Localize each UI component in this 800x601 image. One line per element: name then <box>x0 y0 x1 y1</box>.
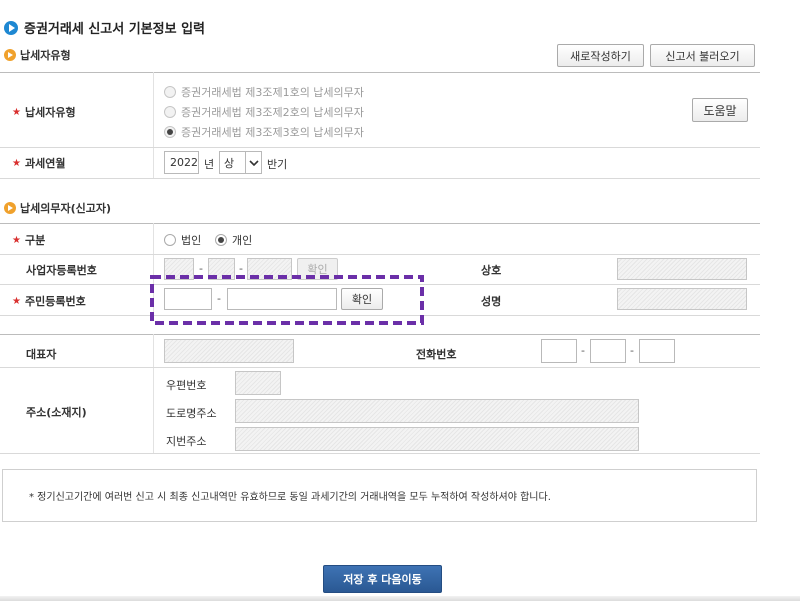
name-label: 성명 <box>481 295 502 308</box>
radio-icon <box>164 86 176 98</box>
representative-label: 대표자 <box>26 348 57 361</box>
notice-box: * 정기신고기간에 여러번 신고 시 최종 신고내역만 유효하므로 동일 과세기… <box>2 469 757 522</box>
taxpayer-type-label: ★ 납세자유형 <box>12 106 76 119</box>
phone-part3[interactable] <box>639 339 675 363</box>
bottom-strip <box>0 596 800 601</box>
section-obligor-header: 납세의무자(신고자) <box>4 200 111 216</box>
load-report-button[interactable]: 신고서 불러오기 <box>650 44 755 67</box>
page-title-row: 증권거래세 신고서 기본정보 입력 <box>4 18 205 37</box>
obligor-type-label: ★ 구분 <box>12 234 46 247</box>
rrn-label: ★ 주민등록번호 <box>12 295 86 308</box>
section-taxpayer-type-header: 납세자유형 <box>4 47 71 63</box>
taxpayer-option-3: 증권거래세법 제3조제3호의 납세의무자 <box>164 124 364 140</box>
help-button[interactable]: 도움말 <box>692 98 748 122</box>
type-corporate-radio[interactable]: 법인 <box>164 232 201 248</box>
type-individual-radio[interactable]: 개인 <box>215 232 252 248</box>
address-label: 주소(소재지) <box>26 406 87 419</box>
save-next-button[interactable]: 저장 후 다음이동 <box>323 565 442 593</box>
postal-label: 우편번호 <box>166 379 207 392</box>
lot-address-input <box>235 427 639 451</box>
title-arrow-icon <box>4 20 18 35</box>
road-address-input <box>235 399 639 423</box>
section-title: 납세자유형 <box>20 49 71 62</box>
radio-icon <box>164 126 176 138</box>
road-address-label: 도로명주소 <box>166 407 217 420</box>
radio-icon <box>164 106 176 118</box>
year-unit: 년 <box>204 158 215 171</box>
table-border <box>0 334 760 335</box>
row-divider <box>0 254 760 255</box>
taxpayer-option-1: 증권거래세법 제3조제1호의 납세의무자 <box>164 84 364 100</box>
highlight-box <box>150 275 424 325</box>
section-arrow-icon <box>4 202 16 214</box>
chevron-down-icon <box>245 152 261 173</box>
section-arrow-icon <box>4 49 16 61</box>
taxpayer-option-2: 증권거래세법 제3조제2호의 납세의무자 <box>164 104 364 120</box>
table-border <box>0 72 760 73</box>
radio-icon <box>164 234 176 246</box>
row-divider <box>0 147 760 148</box>
row-divider <box>0 453 760 454</box>
tax-period-label: ★ 과세연월 <box>12 157 66 170</box>
notice-text: * 정기신고기간에 여러번 신고 시 최종 신고내역만 유효하므로 동일 과세기… <box>29 492 551 503</box>
year-input[interactable]: 2022 <box>164 151 199 174</box>
col-divider <box>153 72 154 178</box>
half-select[interactable]: 상 <box>219 151 262 174</box>
new-report-button[interactable]: 새로작성하기 <box>557 44 644 67</box>
lot-address-label: 지번주소 <box>166 435 207 448</box>
representative-input <box>164 339 294 363</box>
company-label: 상호 <box>481 264 502 277</box>
section-title: 납세의무자(신고자) <box>20 202 112 215</box>
half-unit: 반기 <box>267 158 288 171</box>
phone-label: 전화번호 <box>416 348 457 361</box>
phone-part2[interactable] <box>590 339 626 363</box>
col-divider <box>153 334 154 453</box>
page-title: 증권거래세 신고서 기본정보 입력 <box>24 22 206 37</box>
name-input <box>617 288 747 310</box>
company-input <box>617 258 747 280</box>
phone-part1[interactable] <box>541 339 577 363</box>
table-border <box>0 223 760 224</box>
postal-input <box>235 371 281 395</box>
radio-icon <box>215 234 227 246</box>
row-divider <box>0 367 760 368</box>
biz-no-label: 사업자등록번호 <box>26 264 97 277</box>
row-divider <box>0 178 760 179</box>
